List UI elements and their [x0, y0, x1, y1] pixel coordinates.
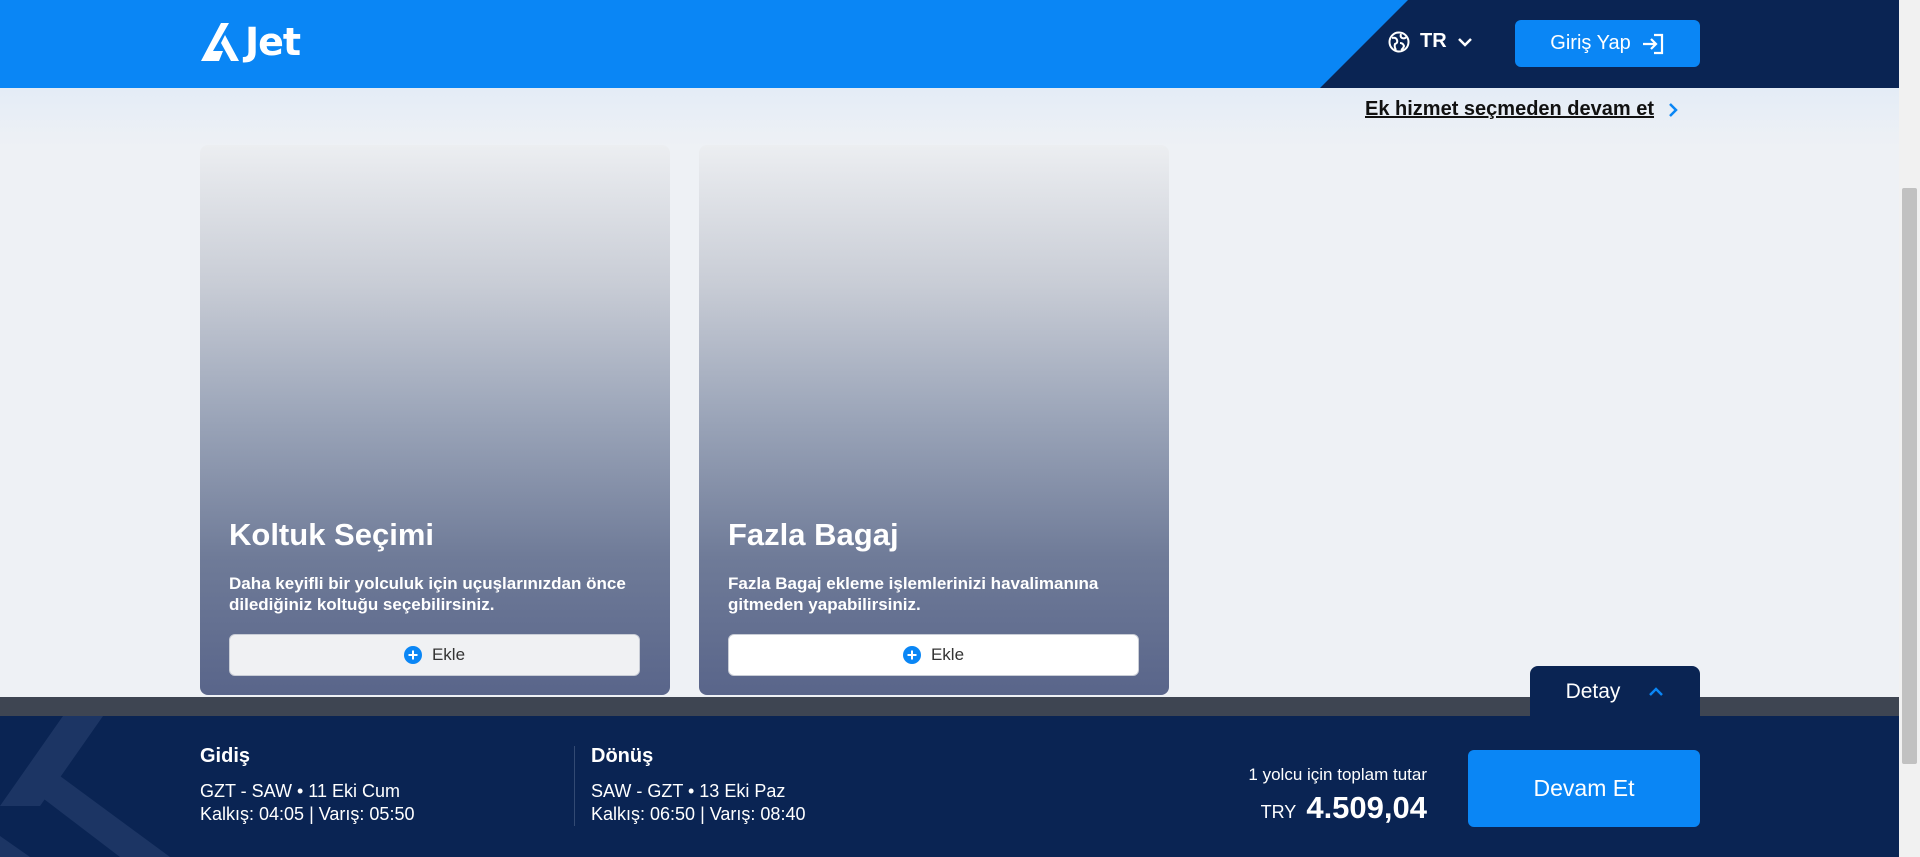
globe-icon [1388, 31, 1410, 52]
return-title: Dönüş [591, 745, 654, 767]
login-button-label: Giriş Yap [1550, 32, 1631, 54]
service-card-baggage: Fazla Bagaj Fazla Bagaj ekleme işlemleri… [699, 145, 1169, 695]
chevron-down-icon [1457, 37, 1472, 47]
chevron-right-icon [1669, 102, 1678, 117]
ajet-logo[interactable]: Jet [199, 19, 301, 65]
top-header: Jet TR Giriş Yap [0, 0, 1899, 88]
footer-logo-watermark-icon [0, 716, 170, 857]
language-selector[interactable]: TR [1388, 30, 1473, 53]
total-value: 4.509,04 [1306, 790, 1427, 825]
outbound-title: Gidiş [200, 745, 251, 767]
total-currency: TRY [1260, 802, 1297, 822]
total-label: 1 yolcu için toplam tutar [1248, 765, 1427, 784]
add-baggage-button[interactable]: Ekle [728, 634, 1139, 676]
service-card-seat: Koltuk Seçimi Daha keyifli bir yolculuk … [200, 145, 670, 695]
plus-circle-icon [902, 646, 921, 664]
logo-text: Jet [245, 20, 301, 64]
chevron-up-icon [1649, 687, 1664, 696]
plus-circle-icon [403, 646, 422, 664]
skip-extras-label: Ek hizmet seçmeden devam et [1365, 98, 1655, 120]
card-description: Daha keyifli bir yolculuk için uçuşların… [229, 574, 626, 614]
add-seat-button[interactable]: Ekle [229, 634, 640, 676]
language-code: TR [1420, 30, 1447, 52]
card-title: Koltuk Seçimi [229, 517, 434, 552]
total-price: TRY 4.509,04 [1261, 790, 1427, 826]
login-button[interactable]: Giriş Yap [1515, 20, 1700, 67]
skip-extras-link[interactable]: Ek hizmet seçmeden devam et [1365, 98, 1678, 121]
return-flight-summary: Dönüş SAW - GZT • 13 Eki Paz Kalkış: 06:… [591, 745, 805, 826]
card-title: Fazla Bagaj [728, 517, 899, 552]
continue-button-label: Devam Et [1533, 775, 1635, 801]
outbound-route: GZT - SAW • 11 Eki Cum [200, 781, 400, 801]
card-description: Fazla Bagaj ekleme işlemlerinizi havalim… [728, 574, 1099, 614]
continue-button[interactable]: Devam Et [1468, 750, 1700, 827]
outbound-flight-summary: Gidiş GZT - SAW • 11 Eki Cum Kalkış: 04:… [200, 745, 414, 826]
outbound-times: Kalkış: 04:05 | Varış: 05:50 [200, 804, 415, 824]
add-button-label: Ekle [431, 645, 466, 664]
login-icon [1642, 33, 1663, 54]
return-times: Kalkış: 06:50 | Varış: 08:40 [591, 804, 806, 824]
detail-toggle[interactable]: Detay [1530, 666, 1700, 718]
add-button-label: Ekle [930, 645, 965, 664]
leg-divider [574, 746, 575, 826]
detail-label: Detay [1565, 680, 1621, 703]
booking-summary-footer: Gidiş GZT - SAW • 11 Eki Cum Kalkış: 04:… [0, 716, 1899, 857]
ajet-logo-mark-icon [201, 23, 239, 61]
return-route: SAW - GZT • 13 Eki Paz [591, 781, 786, 801]
scrollbar-thumb[interactable] [1902, 188, 1917, 764]
